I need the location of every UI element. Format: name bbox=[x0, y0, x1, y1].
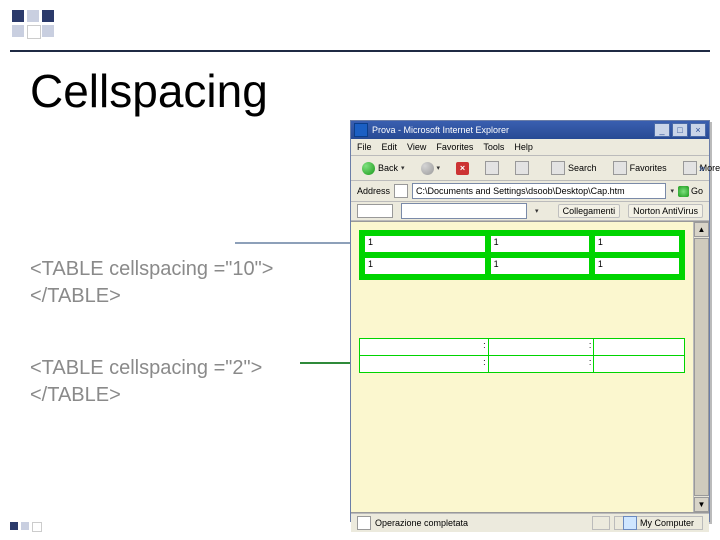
my-computer-icon bbox=[623, 516, 637, 530]
table-row: 1 1 1 bbox=[365, 236, 679, 252]
vertical-scrollbar[interactable]: ▲ ▼ bbox=[693, 222, 709, 512]
forward-icon bbox=[421, 162, 434, 175]
refresh-button[interactable] bbox=[480, 158, 504, 178]
demo-table-cellspacing-2: : : : : bbox=[359, 338, 685, 373]
table-cell: 1 bbox=[491, 236, 589, 252]
table-cell: 1 bbox=[365, 258, 485, 274]
google-logo-icon bbox=[357, 204, 393, 218]
search-button[interactable]: Search bbox=[546, 158, 602, 178]
links-collegamenti[interactable]: Collegamenti bbox=[558, 204, 621, 218]
table-cell: 1 bbox=[491, 258, 589, 274]
table-cell: : bbox=[489, 339, 594, 355]
home-icon bbox=[515, 161, 529, 175]
window-close-button[interactable]: × bbox=[690, 123, 706, 137]
table-cell bbox=[594, 356, 684, 372]
menu-help[interactable]: Help bbox=[514, 142, 533, 152]
page-content: 1 1 1 1 1 1 : : : : ▲ bbox=[351, 221, 709, 513]
window-titlebar[interactable]: Prova - Microsoft Internet Explorer _ □ … bbox=[351, 121, 709, 139]
address-bar: Address ▾ Go bbox=[351, 181, 709, 202]
forward-button[interactable]: ▾ bbox=[416, 158, 446, 178]
chevron-down-icon[interactable]: ▾ bbox=[670, 187, 674, 195]
nav-toolbar: Back ▾ ▾ × Search Favorites More » bbox=[351, 156, 709, 181]
table-row: : : bbox=[360, 339, 684, 355]
slide-title: Cellspacing bbox=[30, 64, 268, 118]
go-button[interactable]: Go bbox=[678, 186, 703, 197]
table-row: : : bbox=[360, 356, 684, 372]
page-icon bbox=[357, 516, 371, 530]
stop-icon: × bbox=[456, 162, 469, 175]
menu-view[interactable]: View bbox=[407, 142, 426, 152]
go-icon bbox=[678, 186, 689, 197]
ie-app-icon bbox=[354, 123, 368, 137]
browser-window: Prova - Microsoft Internet Explorer _ □ … bbox=[350, 120, 710, 522]
scroll-thumb[interactable] bbox=[694, 238, 709, 496]
back-icon bbox=[362, 162, 375, 175]
table-cell: 1 bbox=[365, 236, 485, 252]
stop-button[interactable]: × bbox=[451, 158, 474, 178]
chevron-down-icon[interactable]: ▾ bbox=[535, 207, 539, 215]
toolbar-overflow-icon[interactable]: » bbox=[699, 163, 705, 175]
code-line: </TABLE> bbox=[30, 382, 262, 409]
code-snippet-cellspacing-2: <TABLE cellspacing ="2"> </TABLE> bbox=[30, 355, 262, 409]
slide-footer-accent bbox=[10, 522, 42, 532]
table-cell: : bbox=[489, 356, 594, 372]
table-cell bbox=[594, 339, 684, 355]
slide-accent-squares bbox=[12, 10, 54, 37]
status-bar: Operazione completata My Computer bbox=[351, 513, 709, 532]
table-cell: 1 bbox=[595, 258, 679, 274]
chevron-down-icon: ▾ bbox=[437, 164, 441, 172]
demo-table-cellspacing-10: 1 1 1 1 1 1 bbox=[359, 230, 685, 280]
scroll-down-button[interactable]: ▼ bbox=[694, 497, 709, 512]
home-button[interactable] bbox=[510, 158, 534, 178]
menu-file[interactable]: File bbox=[357, 142, 372, 152]
favorites-label: Favorites bbox=[630, 163, 667, 173]
back-button[interactable]: Back ▾ bbox=[357, 158, 410, 178]
search-icon bbox=[551, 161, 565, 175]
links-bar: Google ▾ Collegamenti Norton AntiVirus bbox=[351, 202, 709, 221]
menu-favorites[interactable]: Favorites bbox=[436, 142, 473, 152]
table-cell: : bbox=[360, 356, 488, 372]
page-icon bbox=[394, 184, 408, 198]
address-label: Address bbox=[357, 186, 390, 196]
refresh-icon bbox=[485, 161, 499, 175]
address-input[interactable] bbox=[412, 183, 666, 199]
google-search-input[interactable] bbox=[401, 203, 527, 219]
star-icon bbox=[613, 161, 627, 175]
zone-panel: My Computer bbox=[614, 516, 703, 530]
table-cell: : bbox=[360, 339, 488, 355]
zone-label: My Computer bbox=[640, 518, 694, 528]
code-line: <TABLE cellspacing ="10"> bbox=[30, 256, 273, 283]
menu-edit[interactable]: Edit bbox=[382, 142, 398, 152]
favorites-button[interactable]: Favorites bbox=[608, 158, 672, 178]
code-snippet-cellspacing-10: <TABLE cellspacing ="10"> </TABLE> bbox=[30, 256, 273, 310]
go-label: Go bbox=[691, 186, 703, 196]
table-cell: 1 bbox=[595, 236, 679, 252]
links-norton[interactable]: Norton AntiVirus bbox=[628, 204, 703, 218]
window-maximize-button[interactable]: □ bbox=[672, 123, 688, 137]
menu-bar: File Edit View Favorites Tools Help bbox=[351, 139, 709, 156]
back-label: Back bbox=[378, 163, 398, 173]
window-minimize-button[interactable]: _ bbox=[654, 123, 670, 137]
menu-tools[interactable]: Tools bbox=[483, 142, 504, 152]
title-rule bbox=[10, 50, 710, 52]
window-title: Prova - Microsoft Internet Explorer bbox=[372, 125, 509, 135]
code-line: <TABLE cellspacing ="2"> bbox=[30, 355, 262, 382]
scroll-up-button[interactable]: ▲ bbox=[694, 222, 709, 237]
clock-icon bbox=[683, 161, 697, 175]
search-label: Search bbox=[568, 163, 597, 173]
status-text: Operazione completata bbox=[375, 518, 468, 528]
table-row: 1 1 1 bbox=[365, 258, 679, 274]
code-line: </TABLE> bbox=[30, 283, 273, 310]
chevron-down-icon: ▾ bbox=[401, 164, 405, 172]
status-panel bbox=[592, 516, 610, 530]
